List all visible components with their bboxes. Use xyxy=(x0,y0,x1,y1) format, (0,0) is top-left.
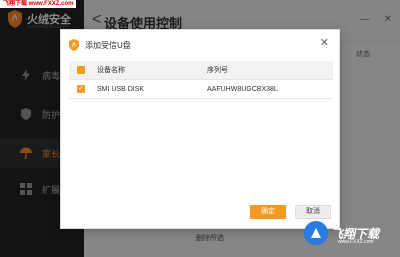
column-header-device-name: 设备名称 xyxy=(97,67,125,74)
serial-cell: AAFUHW8UGCBX38L xyxy=(207,85,278,93)
row-checkbox[interactable]: ✓ xyxy=(77,85,85,93)
logo-watermark: 飞翔下载 www.FXXZ.com xyxy=(304,217,392,249)
column-header-serial: 序列号 xyxy=(207,67,228,74)
watermark-top: 飞翔下载 www.FXXZ.com xyxy=(0,0,77,8)
add-trusted-usb-dialog: 添加受信U盘 ✕ 设备名称 序列号 ✓ SMI USB DISK AAFUHW8… xyxy=(60,29,340,229)
table-header-row: 设备名称 序列号 xyxy=(69,61,333,80)
app-window: 飞翔下载 www.FXXZ.com 火绒安全 HUORONG SECURITY … xyxy=(0,0,400,257)
close-icon[interactable]: ✕ xyxy=(320,38,329,49)
select-all-checkbox[interactable] xyxy=(77,66,85,74)
watermark-url: www.FXXZ.com xyxy=(338,239,374,245)
ok-button[interactable]: 确定 xyxy=(250,205,286,219)
shield-logo-icon xyxy=(69,39,79,51)
device-name-cell: SMI USB DISK xyxy=(97,85,145,93)
fxxz-logo-icon xyxy=(304,221,328,245)
table-row[interactable]: ✓ SMI USB DISK AAFUHW8UGCBX38L xyxy=(69,80,333,99)
dialog-header: 添加受信U盘 xyxy=(61,30,339,60)
dialog-title: 添加受信U盘 xyxy=(85,40,131,50)
device-table: 设备名称 序列号 ✓ SMI USB DISK AAFUHW8UGCBX38L xyxy=(69,61,333,99)
